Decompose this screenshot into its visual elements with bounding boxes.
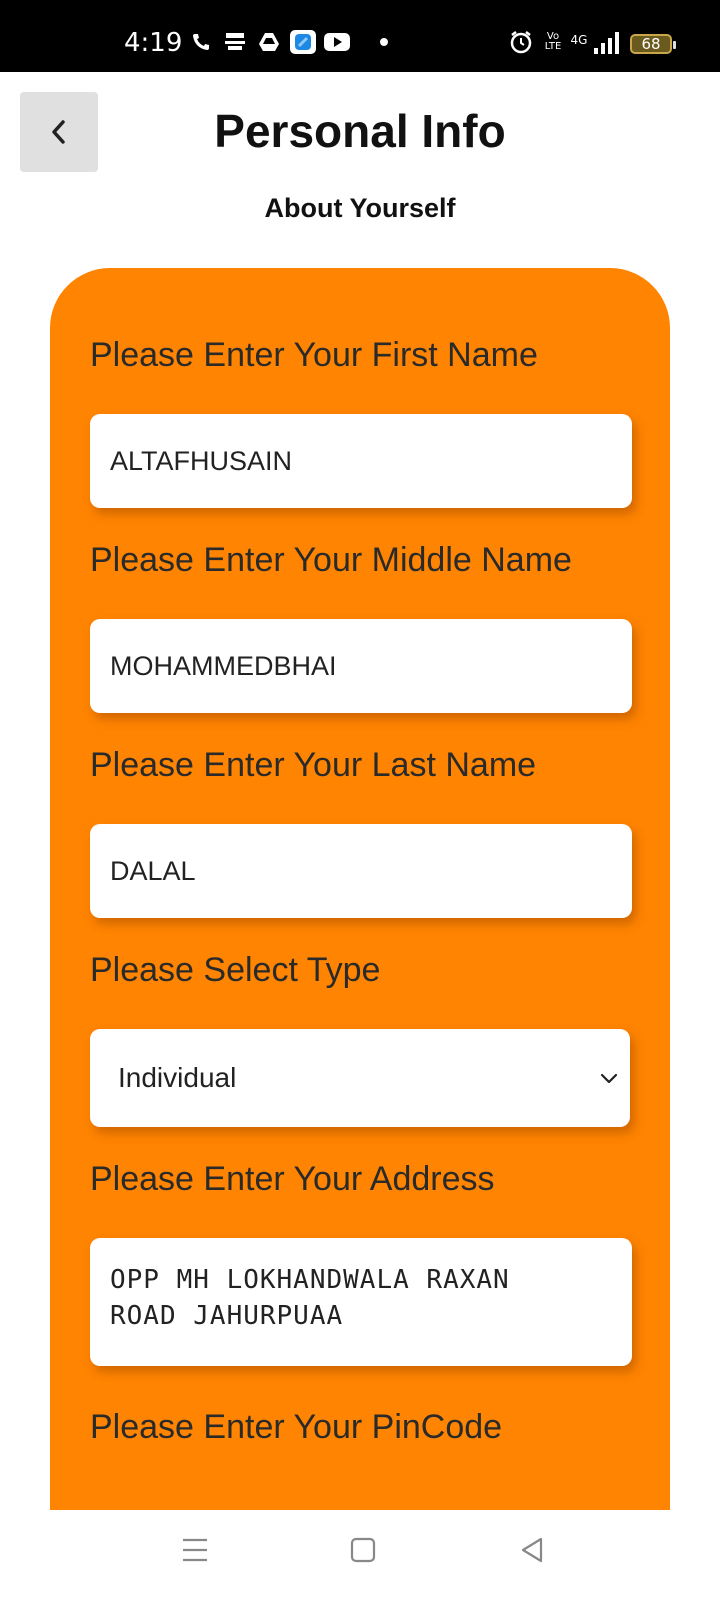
back-triangle-icon [521,1537,543,1563]
volte-label: Vo LTE [540,30,566,54]
last-name-label: Please Enter Your Last Name [90,746,537,784]
chevron-down-icon [600,1073,618,1084]
home-square-icon [350,1537,376,1563]
youtube-icon [324,30,350,54]
network-type-text: 4G [570,33,588,47]
status-time: 4:19 [124,28,183,58]
page-title: Personal Info [214,105,506,157]
type-select[interactable]: Individual [90,1029,630,1127]
back-nav-button[interactable] [512,1530,552,1570]
menu-button[interactable] [175,1530,215,1570]
app-notification-icon [222,30,248,54]
navigation-bar [0,1510,720,1600]
status-bar: 4:19 Vo LTE 4G 68 [0,0,720,72]
middle-name-label: Please Enter Your Middle Name [90,541,572,579]
middle-name-field[interactable]: MOHAMMEDBHAI [90,619,632,713]
battery-icon: 68 [630,34,676,54]
first-name-field[interactable]: ALTAFHUSAIN [90,414,632,508]
battery-level: 68 [641,35,661,53]
app-icon [290,30,316,54]
type-label: Please Select Type [90,951,381,989]
last-name-field[interactable]: DALAL [90,824,632,918]
personal-info-form: Please Enter Your First Name ALTAFHUSAIN… [50,268,670,1600]
signal-icon [592,32,622,54]
volte-text: Vo LTE [544,31,562,52]
drive-icon [256,30,282,54]
pincode-label: Please Enter Your PinCode [90,1408,503,1446]
network-type: 4G [566,28,592,52]
alarm-icon [508,30,534,54]
home-button[interactable] [343,1530,383,1570]
type-select-value: Individual [118,1062,237,1093]
address-field[interactable]: OPP MH LOKHANDWALA RAXAN ROAD JAHURPUAA [90,1238,632,1366]
notification-dot [380,38,388,46]
phone-icon [188,30,214,54]
address-label: Please Enter Your Address [90,1160,495,1198]
page-subtitle: About Yourself [264,193,456,223]
first-name-label: Please Enter Your First Name [90,336,538,374]
menu-icon [183,1538,207,1562]
